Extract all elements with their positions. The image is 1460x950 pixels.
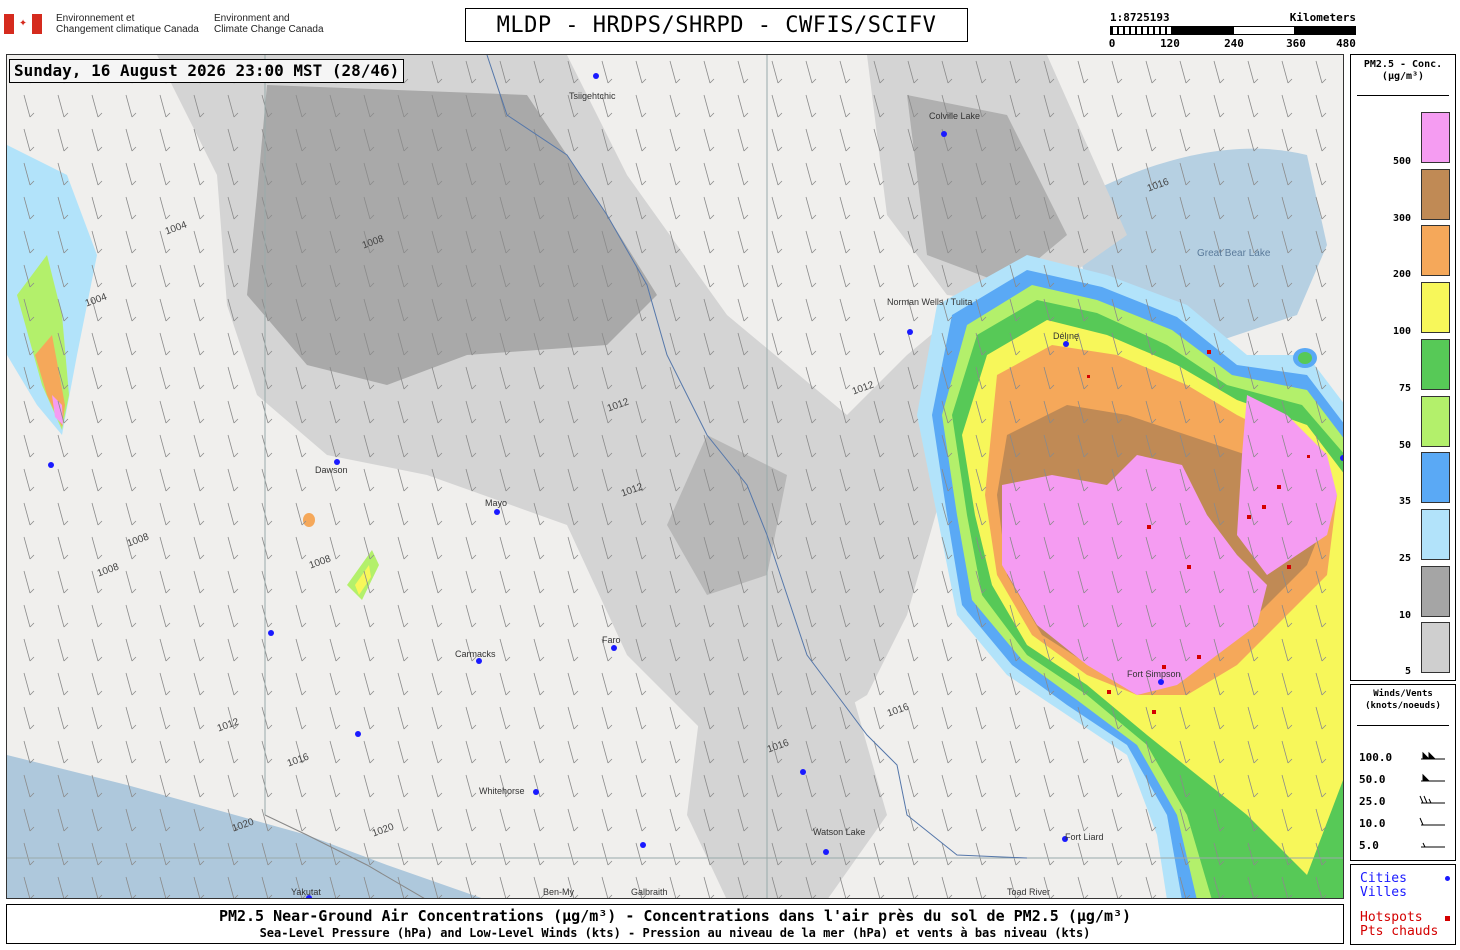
legend-swatch <box>1421 338 1450 390</box>
page-title: MLDP - HRDPS/SHRPD - CWFIS/SCIFV <box>465 8 968 42</box>
legend-swatch-label: 50 <box>1398 439 1411 451</box>
legend-swatch <box>1421 395 1450 447</box>
legend-swatch <box>1421 508 1450 560</box>
points-legend: Cities Villes Hotspots Pts chauds <box>1350 864 1456 945</box>
city-marker[interactable] <box>593 73 599 79</box>
scale-tick: 480 <box>1336 37 1356 50</box>
department-name-en: Environment and Climate Change Canada <box>214 13 324 35</box>
map-view[interactable]: Great Bear Lake Tsiigehtchic Colville La… <box>6 54 1344 899</box>
wind-legend-title: Winds/Vents <box>1373 689 1433 699</box>
scale-bar: 1:8725193 Kilometers 0 120 240 360 480 <box>1108 11 1356 51</box>
legend-swatch <box>1421 622 1450 674</box>
city-label: Carmacks <box>455 649 496 659</box>
hotspot-square-icon <box>1445 916 1450 921</box>
wind-legend-row: 5.0 <box>1359 839 1379 852</box>
legend-swatch <box>1421 565 1450 617</box>
city-marker[interactable] <box>533 789 539 795</box>
city-label: Ben-My <box>543 887 575 897</box>
legend-swatch-label: 300 <box>1392 212 1411 224</box>
city-label: Whitehorse <box>479 786 525 796</box>
map-canvas <box>7 55 1343 898</box>
city-marker[interactable] <box>640 842 646 848</box>
caption-line-2: Sea-Level Pressure (hPa) and Low-Level W… <box>259 926 1091 940</box>
wind-legend-row: 50.0 <box>1359 773 1386 786</box>
scale-tick: 240 <box>1224 37 1244 50</box>
city-label: Fort Liard <box>1065 832 1104 842</box>
eccc-logo: ✦ Environnement et Changement climatique … <box>4 12 344 40</box>
legend-swatch <box>1421 282 1450 334</box>
legend-title: PM2.5 - Conc. <box>1363 59 1443 70</box>
legend-swatch <box>1421 112 1450 163</box>
wind-barbs-overlay <box>7 55 1343 898</box>
city-marker[interactable] <box>48 462 54 468</box>
legend-swatch-label: 75 <box>1398 382 1411 394</box>
city-marker[interactable] <box>611 645 617 651</box>
city-dot-icon <box>1445 876 1450 881</box>
wind-legend: Winds/Vents (knots/noeuds) 100.0 50.0 25… <box>1350 684 1456 861</box>
city-label: Fort Simpson <box>1127 669 1181 679</box>
city-label: Faro <box>602 635 621 645</box>
scale-tick: 0 <box>1108 37 1116 50</box>
pm25-legend: PM2.5 - Conc. (μg/m³) 500 300 200 100 75 50 35… <box>1350 54 1456 681</box>
city-marker[interactable] <box>1063 341 1069 347</box>
legend-swatch <box>1421 168 1450 220</box>
legend-swatch-label: 35 <box>1398 496 1411 508</box>
wind-legend-row: 25.0 <box>1359 795 1386 808</box>
legend-swatch-label: 200 <box>1392 269 1411 281</box>
villes-legend-label: Villes <box>1360 885 1407 900</box>
caption-line-1: PM2.5 Near-Ground Air Concentrations (μg… <box>218 907 1132 925</box>
wind-legend-unit: (knots/noeuds) <box>1365 701 1441 711</box>
legend-swatch <box>1421 225 1450 277</box>
pts-chauds-legend-label: Pts chauds <box>1360 924 1439 939</box>
city-label: Mayo <box>485 498 508 508</box>
legend-swatch-label: 5 <box>1404 666 1411 678</box>
map-caption: PM2.5 Near-Ground Air Concentrations (μg… <box>6 904 1344 944</box>
city-marker[interactable] <box>1340 455 1343 461</box>
city-label: Colville Lake <box>929 111 981 121</box>
wind-legend-row: 10.0 <box>1359 817 1386 830</box>
department-name-fr: Environnement et Changement climatique Ca… <box>56 13 199 35</box>
scale-tick: 360 <box>1286 37 1306 50</box>
city-label: Yakutat <box>291 887 321 897</box>
scale-tick: 120 <box>1160 37 1180 50</box>
city-label: Toad River <box>1007 887 1051 897</box>
legend-swatch <box>1421 452 1450 504</box>
canada-flag-icon: ✦ <box>4 14 42 34</box>
city-label: Watson Lake <box>813 827 866 837</box>
city-marker[interactable] <box>800 769 806 775</box>
hotspots-legend-label: Hotspots <box>1360 910 1423 925</box>
city-marker[interactable] <box>355 731 361 737</box>
legend-swatch-label: 100 <box>1392 326 1411 338</box>
legend-swatch-label: 25 <box>1398 552 1411 564</box>
city-marker[interactable] <box>1158 679 1164 685</box>
city-label: Délı̨nę <box>1053 331 1080 341</box>
lake-label: Great Bear Lake <box>1197 248 1271 259</box>
scale-ratio: 1:8725193 <box>1110 11 1170 24</box>
city-marker[interactable] <box>823 849 829 855</box>
wind-barb-icons <box>1419 751 1445 848</box>
scale-units: Kilometers <box>1289 11 1356 24</box>
city-label: Norman Wells / Tulita <box>887 297 973 307</box>
city-marker[interactable] <box>941 131 947 137</box>
city-marker[interactable] <box>907 329 913 335</box>
city-marker[interactable] <box>268 630 274 636</box>
legend-swatch-label: 500 <box>1392 156 1411 167</box>
city-label: Dawson <box>315 465 348 475</box>
city-marker[interactable] <box>494 509 500 515</box>
city-label: Galbraith <box>631 887 668 897</box>
forecast-timestamp: Sunday, 16 August 2026 23:00 MST (28/46) <box>9 59 405 83</box>
legend-unit: (μg/m³) <box>1381 71 1425 82</box>
wind-legend-row: 100.0 <box>1359 751 1393 764</box>
scale-bar-graphic <box>1110 26 1356 35</box>
legend-swatch-label: 10 <box>1398 609 1411 621</box>
cities-legend-label: Cities <box>1360 871 1407 886</box>
city-label: Tsiigehtchic <box>569 91 616 101</box>
